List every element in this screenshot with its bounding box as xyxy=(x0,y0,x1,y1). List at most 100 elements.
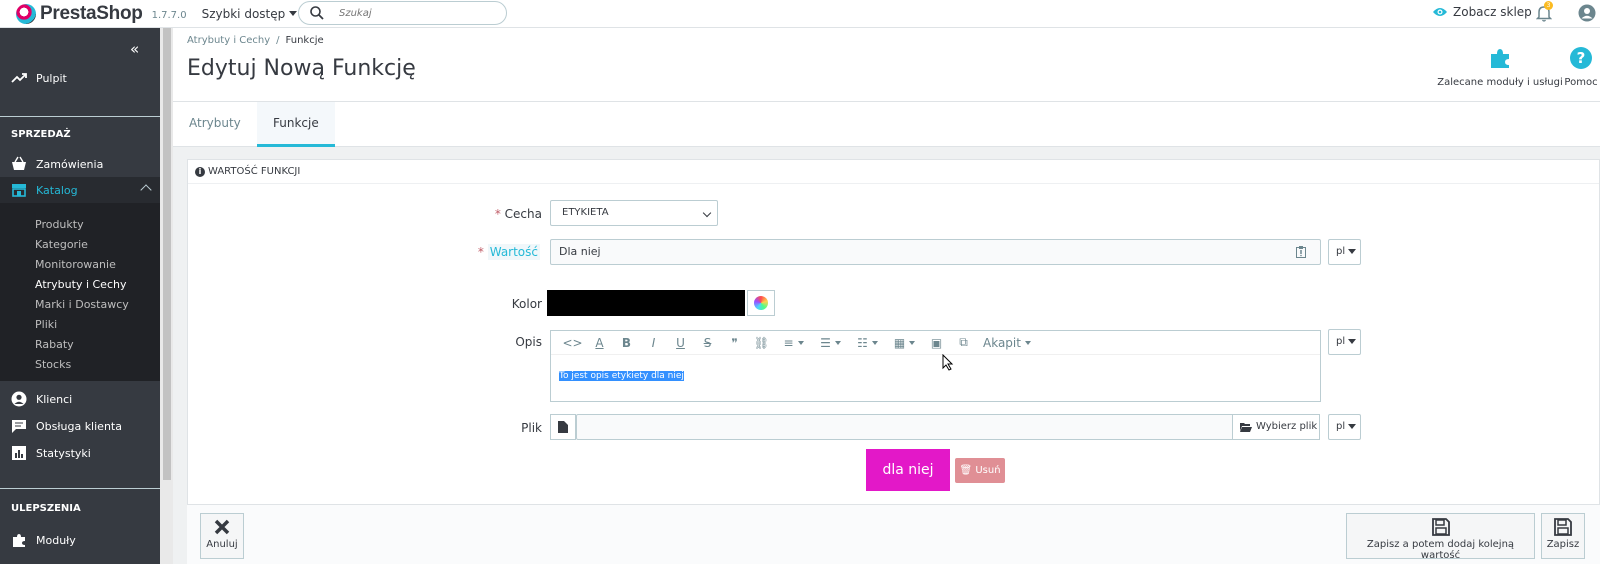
editor-toolbar: <> A B I U S ❞ ⛓ ≡ ☰ ☷ ▦ ▣ ⧉ Akapit xyxy=(551,331,1320,355)
description-editor[interactable]: <> A B I U S ❞ ⛓ ≡ ☰ ☷ ▦ ▣ ⧉ Akapit To j… xyxy=(550,330,1321,402)
folder-open-icon xyxy=(1240,423,1252,432)
sidebar-subitem-discounts[interactable]: Rabaty xyxy=(35,338,74,351)
editor-content[interactable]: To jest opis etykiety dla niej xyxy=(551,355,1320,397)
breadcrumb: Atrybuty i Cechy / Funkcje xyxy=(187,35,324,46)
sidebar-subitem-monitoring[interactable]: Monitorowanie xyxy=(35,258,116,271)
file-language-dropdown[interactable]: pl xyxy=(1328,414,1361,440)
tab-attributes[interactable]: Atrybuty xyxy=(173,102,257,147)
help-icon: ? xyxy=(1570,47,1592,69)
value-input-text: Dla niej xyxy=(559,245,601,258)
caret-down-icon xyxy=(1348,338,1357,344)
sidebar-item-modules[interactable]: Moduły xyxy=(0,532,160,548)
sidebar-item-stats[interactable]: Statystyki xyxy=(0,445,160,461)
image-icon[interactable]: ▣ xyxy=(923,333,950,353)
help-button[interactable]: ? Pomoc xyxy=(1563,46,1599,88)
quick-access-label: Szybki dostęp xyxy=(201,6,286,21)
sidebar-subitem-products[interactable]: Produkty xyxy=(35,218,84,231)
prestashop-logo[interactable]: PrestaShop 1.7.7.0 xyxy=(16,3,187,25)
feature-label: * Cecha xyxy=(494,207,542,221)
bullet-list-icon[interactable]: ☰ xyxy=(812,333,849,353)
color-label: Kolor xyxy=(511,297,542,311)
file-icon-box xyxy=(550,414,576,440)
quick-access-dropdown[interactable]: Szybki dostęp xyxy=(202,7,298,21)
choose-file-button[interactable]: Wybierz plik xyxy=(1232,414,1320,440)
sidebar-divider xyxy=(0,488,160,489)
chat-icon xyxy=(12,420,26,433)
breadcrumb-parent[interactable]: Atrybuty i Cechy xyxy=(187,35,270,46)
caret-down-icon xyxy=(1348,248,1357,254)
align-dropdown-icon[interactable]: ≡ xyxy=(775,333,812,353)
scrollbar-thumb[interactable] xyxy=(163,28,171,480)
floppy-disk-icon xyxy=(1431,518,1450,536)
svg-text:?: ? xyxy=(1577,49,1586,67)
numbered-list-icon[interactable]: ☷ xyxy=(849,333,886,353)
feature-select-value: ETYKIETA xyxy=(562,207,609,218)
sidebar-item-catalog[interactable]: Katalog xyxy=(0,177,160,203)
sidebar-item-customer-service[interactable]: Obsługa klienta xyxy=(0,418,160,434)
sidebar-subitem-attributes-features[interactable]: Atrybuty i Cechy xyxy=(35,278,126,291)
puzzle-icon xyxy=(13,534,25,547)
feature-select[interactable]: ETYKIETA xyxy=(550,200,718,226)
sidebar-item-label: Katalog xyxy=(36,183,78,197)
description-label: Opis xyxy=(515,335,542,349)
store-icon xyxy=(12,184,26,197)
cancel-button[interactable]: Anuluj xyxy=(200,513,244,559)
selected-text: To jest opis etykiety dla niej xyxy=(559,371,684,381)
texture-preview: dla niej xyxy=(866,449,950,491)
prestashop-logo-icon xyxy=(16,3,36,24)
underline-icon[interactable]: U xyxy=(667,333,694,353)
file-label: Plik xyxy=(521,421,542,435)
paragraph-format-dropdown[interactable]: Akapit xyxy=(977,333,1037,353)
text-color-icon[interactable]: A xyxy=(586,333,613,353)
close-icon xyxy=(214,519,230,535)
search-input[interactable] xyxy=(339,7,489,19)
quote-icon[interactable]: ❞ xyxy=(721,333,748,353)
value-input[interactable]: Dla niej xyxy=(550,239,1321,265)
tab-features[interactable]: Funkcje xyxy=(257,102,335,147)
file-icon xyxy=(558,421,568,433)
sidebar-item-dashboard[interactable]: Pulpit xyxy=(0,70,160,86)
page-header: Atrybuty i Cechy / Funkcje Edytuj Nową Fun… xyxy=(173,28,1600,101)
sidebar-subitem-stocks[interactable]: Stocks xyxy=(35,358,71,371)
tab-bar: Atrybuty Funkcje xyxy=(173,101,1600,147)
sidebar-scrollbar[interactable] xyxy=(160,28,173,564)
caret-down-icon xyxy=(1348,423,1357,429)
sidebar-section-sales: SPRZEDAŻ xyxy=(11,129,71,140)
italic-icon[interactable]: I xyxy=(640,333,667,353)
value-language-dropdown[interactable]: pl xyxy=(1328,239,1361,265)
link-icon[interactable]: ⛓ xyxy=(748,333,775,353)
sidebar-subitem-brands-suppliers[interactable]: Marki i Dostawcy xyxy=(35,298,129,311)
color-input[interactable] xyxy=(547,290,745,316)
see-store-link[interactable]: Zobacz sklep xyxy=(1432,5,1532,19)
collapse-sidebar-icon[interactable]: « xyxy=(130,40,139,58)
file-path-input[interactable] xyxy=(576,414,1234,440)
sidebar-subitem-categories[interactable]: Kategorie xyxy=(35,238,88,251)
table-icon[interactable]: ▦ xyxy=(886,333,923,353)
recommended-modules-button[interactable]: Zalecane moduły i usługi xyxy=(1435,46,1565,88)
sidebar-item-orders[interactable]: Zamówienia xyxy=(0,156,160,172)
save-and-add-button[interactable]: Zapisz a potem dodaj kolejną wartość xyxy=(1346,513,1535,561)
chevron-up-icon xyxy=(140,184,152,196)
recommended-modules-label: Zalecane moduły i usługi xyxy=(1437,77,1563,88)
bold-icon[interactable]: B xyxy=(613,333,640,353)
mouse-cursor-icon xyxy=(942,354,954,371)
brand-name: PrestaShop xyxy=(40,2,143,24)
version-label: 1.7.7.0 xyxy=(151,10,187,21)
info-icon: i xyxy=(195,166,205,177)
description-language-dropdown[interactable]: pl xyxy=(1328,329,1361,355)
delete-texture-button[interactable]: 🗑 Usuń xyxy=(955,458,1005,483)
sidebar-divider xyxy=(0,116,160,117)
save-button[interactable]: Zapisz xyxy=(1541,513,1585,559)
code-icon[interactable]: <> xyxy=(559,333,586,353)
user-account-icon[interactable] xyxy=(1578,4,1596,22)
search-box[interactable] xyxy=(298,1,507,25)
clipboard-icon xyxy=(1296,246,1306,258)
user-icon xyxy=(11,391,27,407)
notifications-badge: 3 xyxy=(1544,1,1553,10)
trending-up-icon xyxy=(11,73,27,83)
strikethrough-icon[interactable]: S xyxy=(694,333,721,353)
media-icon[interactable]: ⧉ xyxy=(950,333,977,353)
color-picker-button[interactable] xyxy=(747,290,775,316)
sidebar-subitem-files[interactable]: Pliki xyxy=(35,318,57,331)
sidebar-item-customers[interactable]: Klienci xyxy=(0,391,160,407)
